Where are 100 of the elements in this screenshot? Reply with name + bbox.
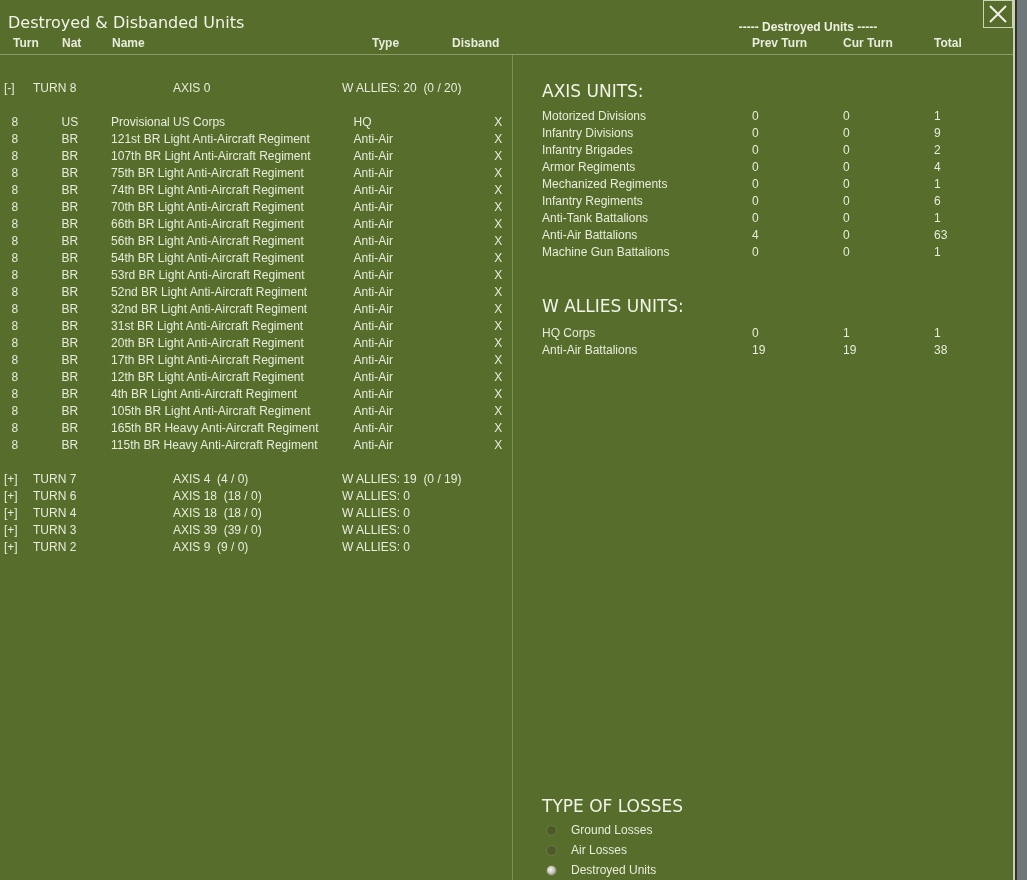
- turn-label: TURN 7: [33, 471, 78, 486]
- table-cell-text: 8: [10, 250, 20, 265]
- axis-count: AXIS 39 (39 / 0): [173, 522, 263, 537]
- table-cell-text: 9: [934, 125, 942, 140]
- table-cell-text: 31st BR Light Anti-Aircraft Regiment: [110, 318, 305, 333]
- radio-button[interactable]: [546, 824, 557, 836]
- table-cell-text: Anti-Air: [353, 335, 394, 350]
- table-cell-text: BR: [60, 437, 80, 452]
- table-cell-text: X: [493, 131, 504, 146]
- table-cell-text: X: [493, 403, 504, 418]
- close-icon: [987, 3, 1009, 25]
- radio-button[interactable]: [546, 864, 557, 876]
- table-cell-text: 8: [10, 165, 20, 180]
- table-cell-text: X: [493, 165, 504, 180]
- table-cell-text: 0: [752, 176, 760, 191]
- table-cell-text: 2: [934, 142, 942, 157]
- table-cell-text: X: [493, 386, 504, 401]
- table-cell-text: 0: [752, 125, 760, 140]
- table-cell-text: 8: [10, 352, 20, 367]
- table-cell-text: 8: [10, 420, 20, 435]
- table-cell-text: 8: [10, 114, 20, 129]
- table-cell-text: 6: [934, 193, 942, 208]
- expand-toggle[interactable]: [+]: [0, 471, 28, 486]
- radio-button[interactable]: [546, 844, 557, 856]
- table-cell-text: 0: [843, 210, 851, 225]
- table-cell-text: 0: [843, 108, 851, 123]
- column-header: Nat: [62, 35, 83, 52]
- axis-count: AXIS 4 (4 / 0): [173, 471, 250, 486]
- section-heading: TYPE OF LOSSES: [542, 796, 685, 816]
- turn-label: TURN 3: [33, 522, 78, 537]
- table-cell-text: 107th BR Light Anti-Aircraft Regiment: [110, 148, 312, 163]
- expand-toggle[interactable]: [+]: [0, 539, 28, 554]
- window-title: Destroyed & Disbanded Units: [7, 13, 245, 34]
- table-cell-text: 19: [752, 342, 767, 357]
- table-cell-text: Anti-Air: [353, 199, 394, 214]
- table-cell-text: X: [493, 352, 504, 367]
- column-header: Cur Turn: [843, 35, 894, 52]
- table-cell-text: 0: [843, 176, 851, 191]
- table-cell-text: 8: [10, 199, 20, 214]
- expand-toggle[interactable]: [+]: [0, 522, 28, 537]
- table-cell-text: Anti-Air: [353, 403, 394, 418]
- axis-count: AXIS 0: [173, 80, 212, 95]
- table-cell-text: BR: [60, 420, 80, 435]
- close-button[interactable]: [983, 0, 1013, 28]
- expand-toggle[interactable]: [+]: [0, 505, 28, 520]
- table-cell-text: X: [493, 148, 504, 163]
- expand-toggle[interactable]: [-]: [0, 80, 28, 95]
- table-cell-text: BR: [60, 250, 80, 265]
- table-cell-text: 8: [10, 284, 20, 299]
- table-cell-text: 63: [934, 227, 949, 242]
- turn-label: TURN 6: [33, 488, 78, 503]
- column-header: Type: [372, 35, 401, 52]
- table-cell-text: Provisional US Corps: [110, 114, 227, 129]
- column-header: Name: [112, 35, 146, 52]
- table-cell-text: X: [493, 369, 504, 384]
- table-cell-text: X: [493, 182, 504, 197]
- table-cell-text: 0: [752, 142, 760, 157]
- table-cell-text: BR: [60, 335, 80, 350]
- table-cell-text: Anti-Air: [353, 420, 394, 435]
- table-cell-text: 53rd BR Light Anti-Aircraft Regiment: [110, 267, 306, 282]
- table-cell-text: 1: [934, 176, 942, 191]
- table-cell-text: 56th BR Light Anti-Aircraft Regiment: [110, 233, 305, 248]
- table-cell-text: BR: [60, 165, 80, 180]
- table-cell-text: 12th BR Light Anti-Aircraft Regiment: [110, 369, 305, 384]
- table-cell-text: 8: [10, 318, 20, 333]
- expand-toggle[interactable]: [+]: [0, 488, 28, 503]
- axis-count: AXIS 9 (9 / 0): [173, 539, 250, 554]
- table-cell-text: 74th BR Light Anti-Aircraft Regiment: [110, 182, 305, 197]
- table-cell-text: 8: [10, 335, 20, 350]
- table-cell-text: Anti-Air: [353, 131, 394, 146]
- table-cell-text: 8: [10, 267, 20, 282]
- table-cell-text: Anti-Air Battalions: [542, 342, 639, 357]
- turn-label: TURN 8: [33, 80, 78, 95]
- table-cell-text: 121st BR Light Anti-Aircraft Regiment: [110, 131, 311, 146]
- table-cell-text: 4: [934, 159, 942, 174]
- column-header: Turn: [12, 35, 40, 52]
- table-cell-text: Infantry Regiments: [542, 193, 644, 208]
- table-cell-text: 8: [10, 131, 20, 146]
- axis-count: AXIS 18 (18 / 0): [173, 488, 263, 503]
- table-cell-text: 8: [10, 216, 20, 231]
- table-cell-text: X: [493, 301, 504, 316]
- table-cell-text: BR: [60, 284, 80, 299]
- table-cell-text: Anti-Air: [353, 386, 394, 401]
- table-cell-text: 8: [10, 437, 20, 452]
- table-cell-text: Anti-Air: [353, 233, 394, 248]
- table-cell-text: 54th BR Light Anti-Aircraft Regiment: [110, 250, 305, 265]
- table-cell-text: BR: [60, 148, 80, 163]
- table-cell-text: BR: [60, 267, 80, 282]
- table-cell-text: 0: [843, 227, 851, 242]
- table-cell-text: X: [493, 114, 504, 129]
- table-cell-text: BR: [60, 386, 80, 401]
- column-header: Disband: [452, 35, 501, 52]
- table-cell-text: BR: [60, 369, 80, 384]
- table-cell-text: Armor Regiments: [542, 159, 637, 174]
- table-cell-text: HQ: [353, 114, 373, 129]
- table-cell-text: X: [493, 233, 504, 248]
- table-cell-text: BR: [60, 403, 80, 418]
- table-cell-text: 0: [843, 244, 851, 259]
- table-cell-text: 8: [10, 182, 20, 197]
- table-cell-text: X: [493, 216, 504, 231]
